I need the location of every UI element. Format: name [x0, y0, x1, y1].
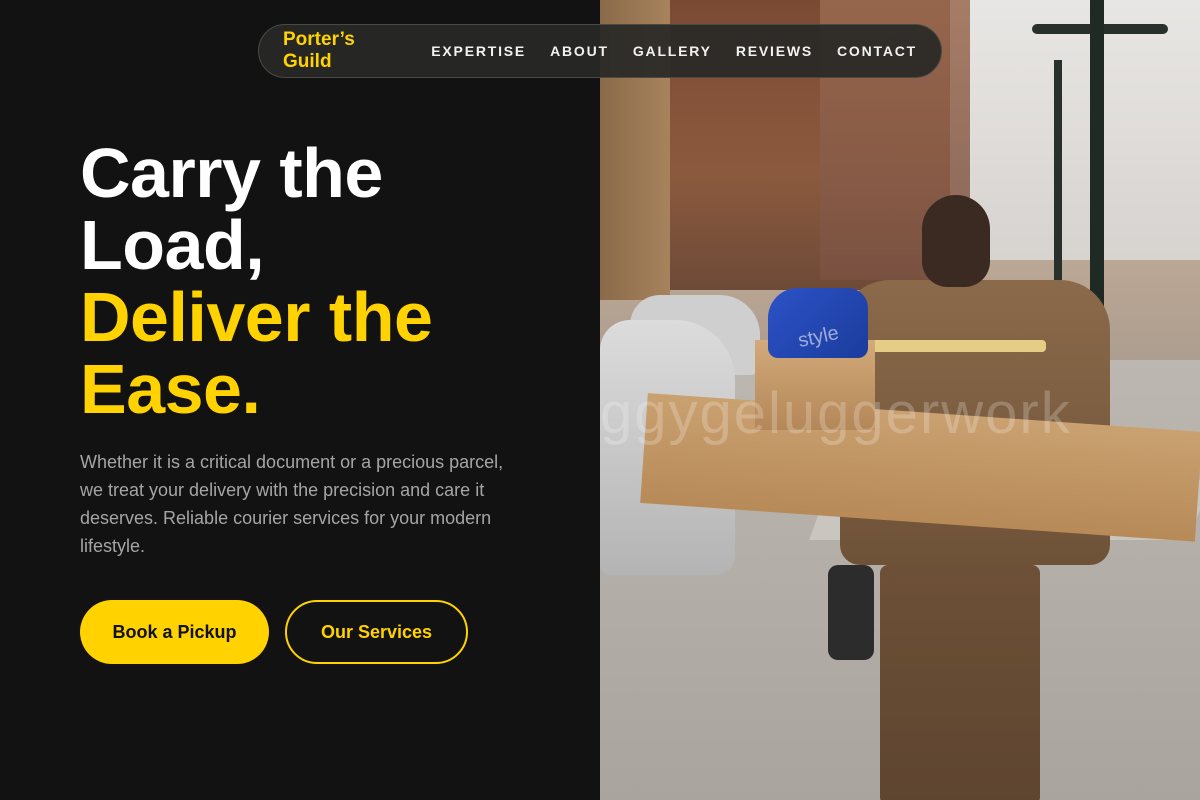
bag-label: style [796, 321, 841, 353]
hero-heading-block: Carry the Load, Deliver the Ease. [80, 137, 560, 425]
nav-link-gallery[interactable]: GALLERY [633, 43, 712, 59]
nav-link-about[interactable]: ABOUT [550, 43, 609, 59]
book-pickup-button[interactable]: Book a Pickup [80, 600, 269, 664]
headline-line-2: Load, [80, 206, 265, 284]
headline-line-4: Ease. [80, 350, 261, 428]
hero-description: Whether it is a critical document or a p… [80, 452, 504, 556]
nav-link-contact[interactable]: CONTACT [837, 43, 917, 59]
headline-line-3: Deliver the [80, 278, 433, 356]
main-navigation: Porter’s Guild EXPERTISE ABOUT GALLERY R… [258, 24, 942, 78]
courier-jacket-stripe [868, 340, 1046, 352]
brand-logo[interactable]: Porter’s Guild [283, 29, 399, 73]
nav-link-expertise[interactable]: EXPERTISE [431, 43, 526, 59]
photo-blue-bag: style [768, 288, 868, 358]
headline-line-1: Carry the [80, 134, 383, 212]
photo-watermark: ggygeluggerwork [600, 381, 1072, 446]
photo-holster [828, 565, 874, 660]
courier-legs [880, 565, 1040, 800]
nav-link-reviews[interactable]: REVIEWS [736, 43, 813, 59]
hero-photo: style ggygeluggerwork [600, 0, 1200, 800]
hero-headline: Carry the Load, Deliver the Ease. [80, 137, 560, 425]
courier-head [922, 195, 990, 287]
our-services-button[interactable]: Our Services [285, 600, 468, 664]
